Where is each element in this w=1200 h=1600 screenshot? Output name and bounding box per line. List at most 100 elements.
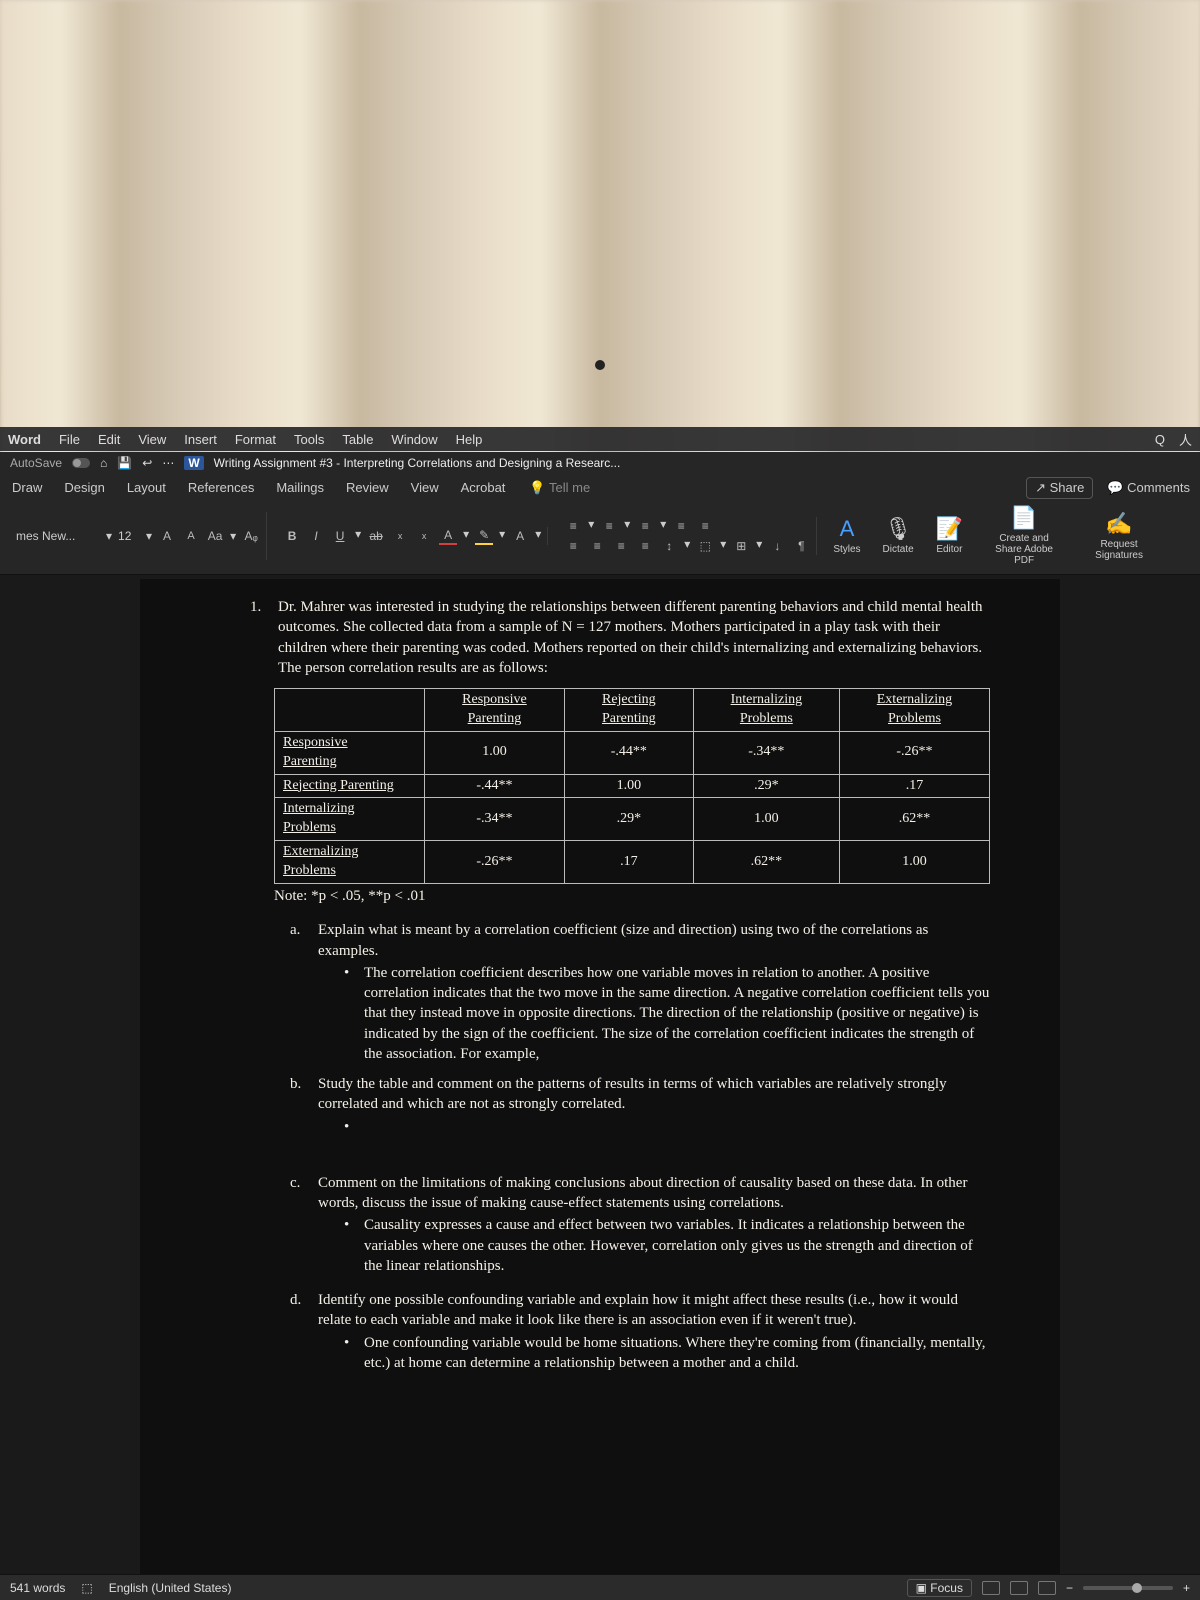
tab-acrobat[interactable]: Acrobat xyxy=(459,476,508,499)
cell: -.44** xyxy=(564,731,693,774)
shading-icon[interactable]: ⬚ xyxy=(696,537,714,555)
search-icon[interactable]: Q xyxy=(1155,432,1165,447)
clear-format-icon[interactable]: Aᵩ xyxy=(242,527,260,545)
increase-indent-icon[interactable]: ≡ xyxy=(696,517,714,535)
show-para-icon[interactable]: ¶ xyxy=(792,537,810,555)
font-size-select[interactable]: 12 xyxy=(118,529,140,543)
menu-tools[interactable]: Tools xyxy=(294,432,324,447)
numbering-icon[interactable]: ≡ xyxy=(600,517,618,535)
cell: -.26** xyxy=(425,841,565,884)
table-header-row: Responsive Parenting Rejecting Parenting… xyxy=(275,689,990,732)
subscript-icon[interactable]: x xyxy=(391,527,409,545)
italic-icon[interactable]: I xyxy=(307,527,325,545)
dictate-button[interactable]: 🎙 Dictate xyxy=(877,516,920,555)
menu-file[interactable]: File xyxy=(59,432,80,447)
menu-format[interactable]: Format xyxy=(235,432,276,447)
strike-icon[interactable]: ab xyxy=(367,527,385,545)
question-b: Study the table and comment on the patte… xyxy=(318,1076,947,1112)
sub-letter: c. xyxy=(290,1173,308,1276)
zoom-out-button[interactable]: − xyxy=(1066,1581,1073,1595)
tab-view[interactable]: View xyxy=(409,476,441,499)
menu-edit[interactable]: Edit xyxy=(98,432,120,447)
row-label: Rejecting Parenting xyxy=(283,778,394,793)
zoom-slider[interactable] xyxy=(1083,1586,1173,1590)
editor-button[interactable]: 📝 Editor xyxy=(930,516,969,555)
header-resp: Responsive Parenting xyxy=(425,689,565,732)
tab-layout[interactable]: Layout xyxy=(125,476,168,499)
request-signatures-button[interactable]: ✍️ Request Signatures xyxy=(1079,511,1159,561)
sort-icon[interactable]: ↓ xyxy=(768,537,786,555)
menu-window[interactable]: Window xyxy=(391,432,437,447)
document-title: Writing Assignment #3 - Interpreting Cor… xyxy=(214,456,621,470)
proofing-icon[interactable]: ⬚ xyxy=(81,1581,92,1595)
highlight-icon[interactable]: ✎ xyxy=(475,527,493,545)
comments-button[interactable]: 💬 Comments xyxy=(1107,480,1190,496)
grow-font-icon[interactable]: A xyxy=(158,527,176,545)
cell: -.34** xyxy=(693,731,839,774)
document-canvas[interactable]: 1. Dr. Mahrer was interested in studying… xyxy=(0,575,1200,1574)
menu-table[interactable]: Table xyxy=(342,432,373,447)
borders-icon[interactable]: ⊞ xyxy=(732,537,750,555)
align-right-icon[interactable]: ≡ xyxy=(612,537,630,555)
question-a: Explain what is meant by a correlation c… xyxy=(318,922,928,958)
table-row: Externalizing Problems -.26** .17 .62** … xyxy=(275,841,990,884)
print-layout-icon[interactable] xyxy=(982,1581,1000,1595)
save-icon[interactable]: 💾 xyxy=(117,456,132,470)
cell: .29* xyxy=(693,774,839,798)
multilevel-icon[interactable]: ≡ xyxy=(636,517,654,535)
text-effects-icon[interactable]: A xyxy=(511,527,529,545)
tab-draw[interactable]: Draw xyxy=(10,476,44,499)
sub-letter: d. xyxy=(290,1290,308,1373)
bullet-icon: • xyxy=(344,1215,354,1276)
shrink-font-icon[interactable]: A xyxy=(182,527,200,545)
cell: 1.00 xyxy=(564,774,693,798)
header-int: Internalizing Problems xyxy=(693,689,839,732)
focus-mode-button[interactable]: ▣ Focus xyxy=(907,1579,972,1597)
change-case-icon[interactable]: Aa xyxy=(206,527,224,545)
font-color-icon[interactable]: A xyxy=(439,527,457,545)
tab-review[interactable]: Review xyxy=(344,476,391,499)
tab-references[interactable]: References xyxy=(186,476,256,499)
word-count[interactable]: 541 words xyxy=(10,1581,65,1595)
tab-design[interactable]: Design xyxy=(62,476,106,499)
create-share-pdf-button[interactable]: 📄 Create and Share Adobe PDF xyxy=(979,505,1069,566)
share-button[interactable]: ↗ Share xyxy=(1026,477,1093,499)
undo-icon[interactable]: ↩︎ xyxy=(142,456,152,470)
home-icon[interactable]: ⌂ xyxy=(100,456,107,470)
cell: 1.00 xyxy=(425,731,565,774)
ribbon-tabs: Draw Design Layout References Mailings R… xyxy=(0,474,1200,501)
font-name-select[interactable]: mes New... xyxy=(16,529,100,543)
superscript-icon[interactable]: x xyxy=(415,527,433,545)
profile-icon[interactable]: 人 xyxy=(1179,430,1192,449)
header-rej: Rejecting Parenting xyxy=(564,689,693,732)
autosave-toggle[interactable] xyxy=(72,458,90,468)
styles-button[interactable]: A Styles xyxy=(827,516,866,555)
align-left-icon[interactable]: ≡ xyxy=(564,537,582,555)
answer-c: Causality expresses a cause and effect b… xyxy=(364,1215,990,1276)
zoom-in-button[interactable]: + xyxy=(1183,1581,1190,1595)
cell: 1.00 xyxy=(839,841,989,884)
tell-me[interactable]: Tell me xyxy=(529,480,590,496)
cell: .17 xyxy=(839,774,989,798)
table-row: Responsive Parenting 1.00 -.44** -.34** … xyxy=(275,731,990,774)
language-status[interactable]: English (United States) xyxy=(109,1581,232,1595)
status-bar: 541 words ⬚ English (United States) ▣ Fo… xyxy=(0,1574,1200,1600)
menu-view[interactable]: View xyxy=(138,432,166,447)
more-icon[interactable]: ⋯ xyxy=(162,456,174,470)
underline-icon[interactable]: U xyxy=(331,527,349,545)
menu-insert[interactable]: Insert xyxy=(184,432,217,447)
menu-help[interactable]: Help xyxy=(456,432,483,447)
read-mode-icon[interactable] xyxy=(1010,1581,1028,1595)
table-row: Rejecting Parenting -.44** 1.00 .29* .17 xyxy=(275,774,990,798)
decrease-indent-icon[interactable]: ≡ xyxy=(672,517,690,535)
bold-icon[interactable]: B xyxy=(283,527,301,545)
tab-mailings[interactable]: Mailings xyxy=(274,476,326,499)
align-center-icon[interactable]: ≡ xyxy=(588,537,606,555)
bullets-icon[interactable]: ≡ xyxy=(564,517,582,535)
align-justify-icon[interactable]: ≡ xyxy=(636,537,654,555)
cell: .62** xyxy=(839,798,989,841)
line-spacing-icon[interactable]: ↕ xyxy=(660,537,678,555)
page[interactable]: 1. Dr. Mahrer was interested in studying… xyxy=(140,579,1060,1574)
web-layout-icon[interactable] xyxy=(1038,1581,1056,1595)
bullet-icon: • xyxy=(344,1333,354,1374)
